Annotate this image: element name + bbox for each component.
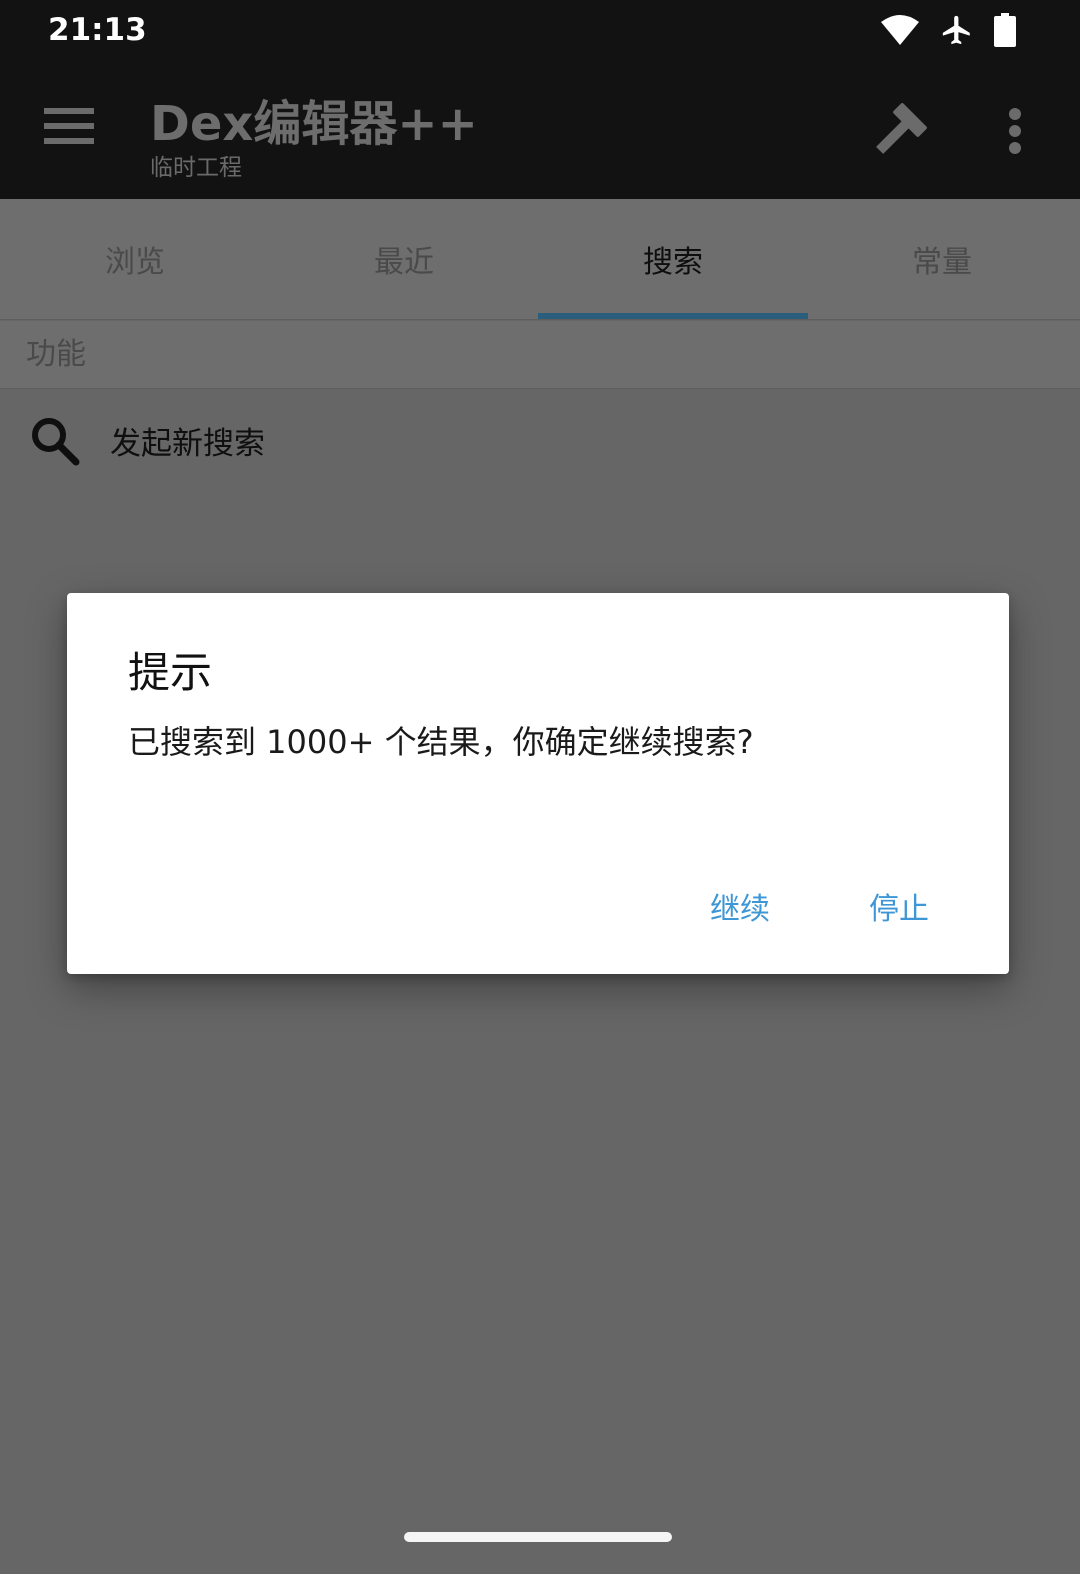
dialog-title: 提示	[128, 648, 213, 697]
airplane-mode-icon	[942, 15, 970, 45]
app-bar: Dex编辑器++ 临时工程	[0, 60, 1080, 199]
tab-search[interactable]: 搜索	[538, 199, 808, 319]
hammer-icon	[876, 103, 927, 154]
more-options-button[interactable]	[996, 106, 1036, 156]
tab-browse[interactable]: 浏览	[0, 199, 270, 319]
screen: 21:13 Dex编辑器++ 临时工程 浏览 最近 搜索 常量 功能 发起新搜索…	[0, 0, 1080, 1574]
status-icons	[880, 10, 1016, 50]
tab-constants[interactable]: 常量	[807, 199, 1077, 319]
menu-icon-bar	[44, 108, 94, 114]
tab-bar: 浏览 最近 搜索 常量	[0, 199, 1080, 320]
app-title: Dex编辑器++	[150, 96, 478, 152]
more-vert-icon-dot	[1009, 142, 1021, 154]
stop-button[interactable]: 停止	[824, 861, 974, 951]
app-subtitle: 临时工程	[150, 155, 242, 181]
more-vert-icon-dot	[1009, 108, 1021, 120]
build-button[interactable]	[866, 100, 930, 164]
new-search-label: 发起新搜索	[110, 426, 265, 462]
new-search-item[interactable]: 发起新搜索	[0, 390, 1080, 490]
continue-button[interactable]: 继续	[665, 861, 815, 951]
wifi-icon	[881, 15, 919, 45]
tab-indicator	[538, 313, 808, 319]
menu-icon-bar	[44, 123, 94, 129]
gesture-nav-handle[interactable]	[404, 1532, 672, 1542]
alert-dialog: 提示 已搜索到 1000+ 个结果，你确定继续搜索? 继续 停止	[67, 593, 1009, 974]
tab-recent[interactable]: 最近	[269, 199, 539, 319]
search-icon	[32, 418, 80, 466]
section-header: 功能	[0, 321, 1080, 389]
menu-icon-bar	[44, 138, 94, 144]
more-vert-icon-dot	[1009, 125, 1021, 137]
dialog-message: 已搜索到 1000+ 个结果，你确定继续搜索?	[128, 723, 754, 761]
menu-button[interactable]	[44, 108, 94, 150]
status-time: 21:13	[48, 12, 147, 48]
battery-icon	[994, 13, 1016, 47]
status-bar: 21:13	[0, 0, 1080, 60]
